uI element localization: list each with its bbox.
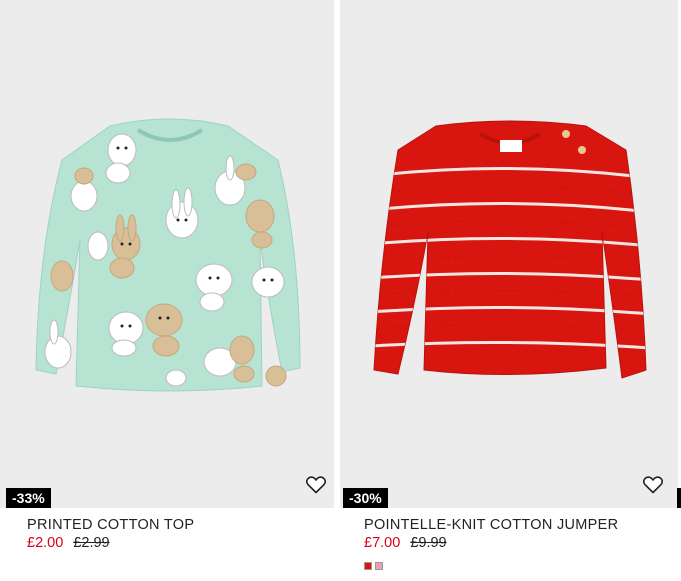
product-grid: -33% PRINTED COTTON TOP £2.00 £2.99 -30%… xyxy=(0,0,681,581)
product-title-link[interactable]: PRINTED COTTON TOP xyxy=(27,517,194,533)
discount-badge: -33% xyxy=(6,488,51,508)
product-image[interactable] xyxy=(0,0,334,508)
color-swatch-pink[interactable] xyxy=(375,562,383,570)
next-card-badge-edge xyxy=(677,488,681,508)
sale-price: £2.00 xyxy=(27,535,64,551)
original-price: £2.99 xyxy=(73,535,110,551)
product-card[interactable]: -30% POINTELLE-KNIT COTTON JUMPER £7.00 … xyxy=(340,0,678,581)
original-price: £9.99 xyxy=(410,535,447,551)
price-row: £2.00 £2.99 xyxy=(27,535,110,551)
printed-top-illustration xyxy=(35,118,301,392)
product-card[interactable]: -33% PRINTED COTTON TOP £2.00 £2.99 xyxy=(0,0,334,581)
discount-badge: -30% xyxy=(343,488,388,508)
heart-outline-icon[interactable] xyxy=(305,475,327,495)
color-swatch-red[interactable] xyxy=(364,562,372,570)
price-row: £7.00 £9.99 xyxy=(364,535,447,551)
heart-outline-icon[interactable] xyxy=(642,475,664,495)
color-swatches xyxy=(364,562,383,570)
sale-price: £7.00 xyxy=(364,535,401,551)
product-image[interactable] xyxy=(340,0,678,508)
product-title-link[interactable]: POINTELLE-KNIT COTTON JUMPER xyxy=(364,517,618,533)
knit-jumper-illustration xyxy=(373,120,647,379)
